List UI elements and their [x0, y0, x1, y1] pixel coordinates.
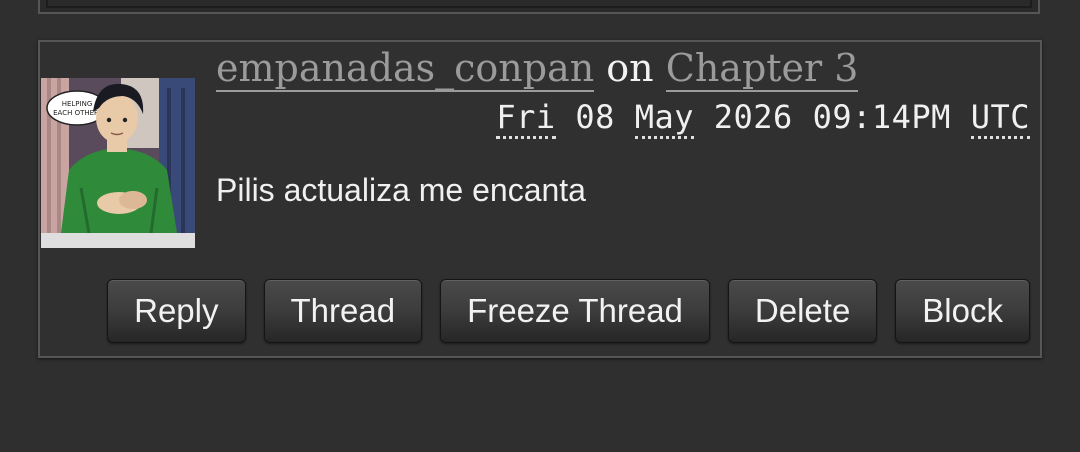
comment-text: Pilis actualiza me encanta: [216, 172, 586, 208]
block-button[interactable]: Block: [895, 279, 1030, 343]
month-abbr: May: [634, 98, 694, 139]
on-text: on: [606, 46, 654, 90]
svg-text:HELPING: HELPING: [62, 100, 93, 108]
day-abbr: Fri: [496, 98, 556, 139]
avatar-image: HELPING EACH OTHER.: [41, 78, 195, 248]
comment-heading: empanadas_conpan on Chapter 3: [216, 46, 859, 92]
reply-button[interactable]: Reply: [107, 279, 246, 343]
previous-comment-edge: [38, 0, 1040, 14]
time: 09:14PM: [812, 98, 951, 136]
freeze-thread-button[interactable]: Freeze Thread: [440, 279, 710, 343]
previous-comment-inner: [46, 0, 1032, 8]
author-link[interactable]: empanadas_conpan: [216, 46, 595, 92]
work-link[interactable]: Chapter 3: [665, 46, 859, 92]
delete-button[interactable]: Delete: [727, 279, 878, 343]
comment-actions: Reply Thread Freeze Thread Delete Block: [107, 279, 1030, 343]
timezone: UTC: [970, 98, 1030, 139]
avatar[interactable]: HELPING EACH OTHER.: [41, 78, 195, 248]
year: 2026: [713, 98, 793, 136]
comment: HELPING EACH OTHER. empanadas_conpan on …: [38, 40, 1042, 358]
comment-datetime: Fri 08 May 2026 09:14PM UTC: [496, 98, 1030, 139]
thread-button[interactable]: Thread: [263, 279, 423, 343]
day: 08: [575, 98, 615, 136]
